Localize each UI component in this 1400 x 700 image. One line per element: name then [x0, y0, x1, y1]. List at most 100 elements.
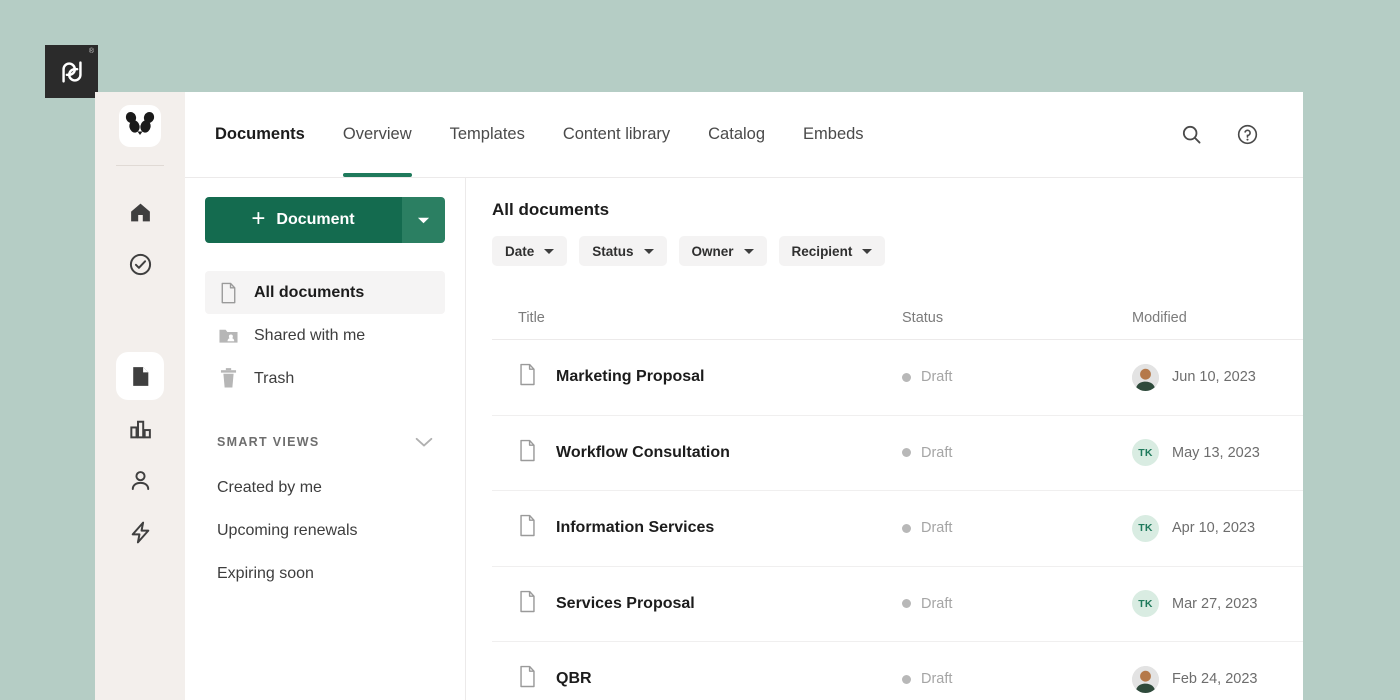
page-title: All documents	[492, 200, 610, 219]
document-title: Services Proposal	[556, 594, 695, 612]
document-icon	[132, 366, 148, 386]
status-dot-icon	[902, 674, 911, 684]
chevron-down-icon	[544, 248, 555, 254]
document-outline-icon	[518, 439, 537, 467]
status-dot-icon	[902, 599, 911, 609]
status-label: Draft	[921, 369, 953, 386]
rail-item-reports[interactable]	[116, 404, 164, 452]
sidebar-item-shared-with-me[interactable]: Shared with me	[205, 314, 445, 357]
panda-face-icon	[125, 111, 155, 135]
status-label: Draft	[921, 671, 953, 688]
column-header-modified: Modified	[1132, 309, 1187, 326]
status-label: Draft	[921, 595, 953, 612]
app-window: Documents Overview Templates Content lib…	[95, 92, 1303, 700]
filter-label: Recipient	[791, 243, 853, 259]
document-outline-icon	[518, 665, 537, 693]
chevron-down-icon	[862, 248, 873, 254]
panda-avatar[interactable]	[119, 105, 161, 147]
sidebar-item-trash[interactable]: Trash	[205, 357, 445, 400]
left-sidebar: + Document All documents Shared with me …	[185, 178, 466, 700]
row-title-cell: QBR	[492, 665, 902, 693]
column-header-status: Status	[902, 309, 944, 326]
filter-recipient[interactable]: Recipient	[778, 236, 886, 266]
modified-date: Jun 10, 2023	[1172, 369, 1256, 386]
help-button[interactable]	[1231, 119, 1263, 151]
row-modified-cell: TK Apr 10, 2023	[1132, 514, 1303, 542]
avatar: TK	[1132, 590, 1159, 618]
main-area: Documents Overview Templates Content lib…	[185, 92, 1303, 700]
filter-owner[interactable]: Owner	[678, 236, 767, 266]
table-row[interactable]: QBR Draft Feb 24, 2023	[492, 642, 1303, 700]
row-modified-cell: TK Mar 27, 2023	[1132, 590, 1303, 618]
rail-item-contacts[interactable]	[116, 456, 164, 504]
row-modified-cell: Feb 24, 2023	[1132, 665, 1303, 693]
rail-item-approvals[interactable]	[116, 240, 164, 288]
column-header-title: Title	[518, 309, 545, 326]
tab-catalog[interactable]: Catalog	[689, 92, 784, 177]
row-status-cell: Draft	[902, 596, 1132, 612]
status-label: Draft	[921, 444, 953, 461]
create-document-dropdown[interactable]	[401, 197, 445, 243]
document-title: QBR	[556, 670, 592, 688]
status-dot-icon	[902, 523, 911, 533]
tab-embeds[interactable]: Embeds	[784, 92, 883, 177]
documents-table: Title Status Modified Marketing Proposal…	[492, 296, 1303, 700]
document-title: Marketing Proposal	[556, 368, 705, 386]
smart-view-expiring-soon[interactable]: Expiring soon	[205, 552, 445, 595]
table-row[interactable]: Information Services Draft TK Apr 10, 20…	[492, 491, 1303, 567]
shared-folder-icon	[217, 326, 239, 345]
table-row[interactable]: Services Proposal Draft TK Mar 27, 2023	[492, 567, 1303, 642]
pandadoc-logo: ®	[45, 45, 98, 98]
document-outline-icon	[518, 514, 537, 542]
rail-item-automation[interactable]	[116, 508, 164, 556]
create-document-button[interactable]: + Document	[205, 197, 401, 243]
create-document-group: + Document	[205, 197, 445, 243]
trademark-symbol: ®	[88, 48, 94, 55]
document-title: Information Services	[556, 519, 715, 537]
rail-item-documents[interactable]	[116, 352, 164, 400]
tab-overview[interactable]: Overview	[324, 92, 431, 177]
table-row[interactable]: Workflow Consultation Draft TK May 13, 2…	[492, 416, 1303, 491]
check-circle-icon	[129, 253, 151, 275]
screen: ® Documents Overview Templates Content l…	[0, 0, 1400, 700]
filter-label: Owner	[691, 243, 734, 259]
document-title: Workflow Consultation	[556, 443, 730, 461]
plus-icon: +	[251, 205, 266, 232]
row-status-cell: Draft	[902, 445, 1132, 461]
rail-item-home[interactable]	[116, 188, 164, 236]
smart-view-created-by-me[interactable]: Created by me	[205, 466, 445, 509]
sidebar-nav-list: All documents Shared with me Trash	[205, 271, 445, 400]
table-row[interactable]: Marketing Proposal Draft Jun 10, 2023	[492, 340, 1303, 416]
body-split: + Document All documents Shared with me …	[185, 178, 1303, 700]
sidebar-item-all-documents[interactable]: All documents	[205, 271, 445, 314]
tab-documents[interactable]: Documents	[215, 92, 324, 177]
modified-date: Feb 24, 2023	[1172, 671, 1258, 688]
content-panel: All documents Date Status Owner Recipien…	[466, 178, 1303, 700]
row-status-cell: Draft	[902, 369, 1132, 385]
trash-icon	[217, 368, 239, 389]
rail-icon-list	[116, 188, 164, 560]
top-navigation: Documents Overview Templates Content lib…	[185, 92, 1303, 178]
row-status-cell: Draft	[902, 520, 1132, 536]
row-modified-cell: Jun 10, 2023	[1132, 363, 1303, 391]
pd-logo-icon	[61, 60, 82, 83]
avatar: TK	[1132, 439, 1159, 467]
filter-status[interactable]: Status	[579, 236, 667, 266]
help-circle-icon	[1237, 124, 1257, 145]
lightning-icon	[131, 521, 149, 543]
smart-views-header[interactable]: SMART VIEWS	[205, 426, 445, 458]
row-title-cell: Services Proposal	[492, 590, 902, 618]
bar-chart-icon	[129, 420, 151, 438]
tab-templates[interactable]: Templates	[431, 92, 544, 177]
filter-date[interactable]: Date	[492, 236, 568, 266]
row-title-cell: Workflow Consultation	[492, 439, 902, 467]
tab-list: Documents Overview Templates Content lib…	[215, 92, 883, 177]
avatar: TK	[1132, 514, 1159, 542]
chevron-down-icon	[417, 217, 430, 223]
smart-view-upcoming-renewals[interactable]: Upcoming renewals	[205, 509, 445, 552]
tab-content-library[interactable]: Content library	[544, 92, 689, 177]
topnav-actions	[1175, 92, 1279, 177]
avatar	[1132, 363, 1159, 391]
search-button[interactable]	[1175, 119, 1207, 151]
modified-date: May 13, 2023	[1172, 444, 1260, 461]
